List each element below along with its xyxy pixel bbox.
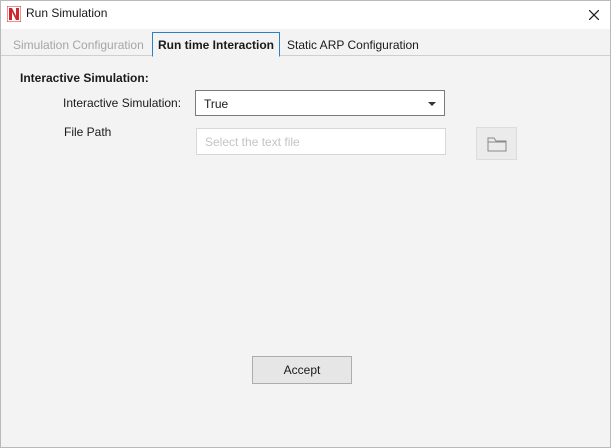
section-heading: Interactive Simulation: xyxy=(20,71,149,85)
interactive-simulation-select[interactable]: True xyxy=(195,90,445,116)
tab-static-arp-configuration[interactable]: Static ARP Configuration xyxy=(287,34,419,56)
close-button[interactable] xyxy=(578,1,610,29)
close-icon xyxy=(589,10,599,20)
chevron-down-icon xyxy=(428,102,436,106)
run-simulation-dialog: Run Simulation Simulation Configuration … xyxy=(0,0,611,448)
folder-icon xyxy=(487,137,506,151)
tab-run-time-interaction[interactable]: Run time Interaction xyxy=(152,32,281,57)
title-bar: Run Simulation xyxy=(1,1,610,29)
netsim-logo-icon xyxy=(6,5,22,23)
window-title: Run Simulation xyxy=(26,6,108,20)
tab-bar: Simulation Configuration Run time Intera… xyxy=(1,31,610,57)
accept-button[interactable]: Accept xyxy=(252,356,352,384)
file-path-input[interactable] xyxy=(196,128,446,155)
file-path-label: File Path xyxy=(64,125,112,139)
interactive-simulation-label: Interactive Simulation: xyxy=(63,96,182,110)
browse-folder-button[interactable] xyxy=(476,127,517,160)
tab-simulation-configuration[interactable]: Simulation Configuration xyxy=(13,34,144,56)
interactive-simulation-value: True xyxy=(204,97,229,111)
